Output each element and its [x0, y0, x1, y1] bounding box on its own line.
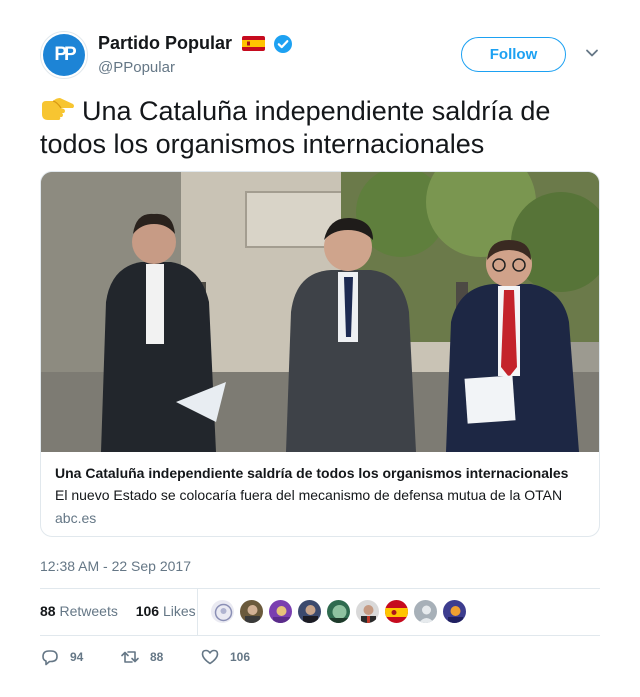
liker-avatar[interactable]	[384, 599, 409, 624]
pointing-right-emoji	[42, 98, 74, 120]
account-info: Partido Popular @PPopular	[98, 33, 293, 76]
like-count: 106	[230, 650, 251, 664]
stats-separator	[197, 589, 198, 635]
retweets-label: Retweets	[59, 603, 118, 619]
card-photo	[41, 172, 599, 452]
card-body: Una Cataluña independiente saldría de to…	[55, 464, 585, 527]
follow-button[interactable]: Follow	[461, 37, 566, 72]
divider-bottom	[40, 635, 600, 636]
card-title[interactable]: Una Cataluña independiente saldría de to…	[55, 464, 585, 482]
liker-avatar[interactable]	[355, 599, 380, 624]
retweet-count: 88	[150, 650, 164, 664]
chevron-down-icon[interactable]	[585, 46, 599, 60]
tweet-timestamp[interactable]: 12:38 AM - 22 Sep 2017	[40, 558, 191, 574]
tweet-text: Una Cataluña independiente saldría de to…	[40, 95, 600, 161]
liker-avatar[interactable]	[413, 599, 438, 624]
likes-count: 106	[135, 603, 160, 619]
retweet-button[interactable]: 88	[120, 646, 163, 668]
liker-avatar[interactable]	[442, 599, 467, 624]
retweets-stat[interactable]: 88 Retweets	[40, 603, 118, 619]
avatar-logo-text: PP	[54, 44, 76, 65]
likes-stat[interactable]: 106 Likes	[136, 603, 196, 619]
avatar[interactable]: PP	[40, 31, 88, 79]
liker-avatar[interactable]	[239, 599, 264, 624]
liker-avatar[interactable]	[326, 599, 351, 624]
liker-avatar[interactable]	[210, 599, 235, 624]
retweets-count: 88	[40, 603, 56, 619]
engagement-stats: 88 Retweets 106 Likes	[40, 603, 196, 619]
retweet-icon	[121, 651, 139, 663]
link-card[interactable]: Una Cataluña independiente saldría de to…	[40, 171, 600, 537]
card-domain: abc.es	[55, 510, 97, 526]
liker-avatar[interactable]	[297, 599, 322, 624]
reply-button[interactable]: 94	[40, 646, 83, 668]
tweet-body: Una Cataluña independiente saldría de to…	[40, 96, 551, 159]
account-handle[interactable]: @PPopular	[98, 59, 293, 76]
display-name[interactable]: Partido Popular	[98, 33, 232, 54]
like-button[interactable]: 106	[200, 646, 250, 668]
spain-flag-icon	[242, 36, 266, 51]
avatar-logo: PP	[43, 34, 85, 76]
reply-icon	[42, 650, 58, 666]
reply-count: 94	[70, 650, 84, 664]
likes-label: Likes	[162, 603, 196, 619]
verified-badge-icon	[273, 34, 293, 54]
divider-top	[40, 588, 600, 589]
heart-icon	[201, 649, 219, 665]
liker-avatar[interactable]	[268, 599, 293, 624]
tweet-header: PP Partido Popular @PPopular Follow	[40, 31, 600, 79]
card-description: El nuevo Estado se colocaría fuera del m…	[55, 487, 563, 503]
